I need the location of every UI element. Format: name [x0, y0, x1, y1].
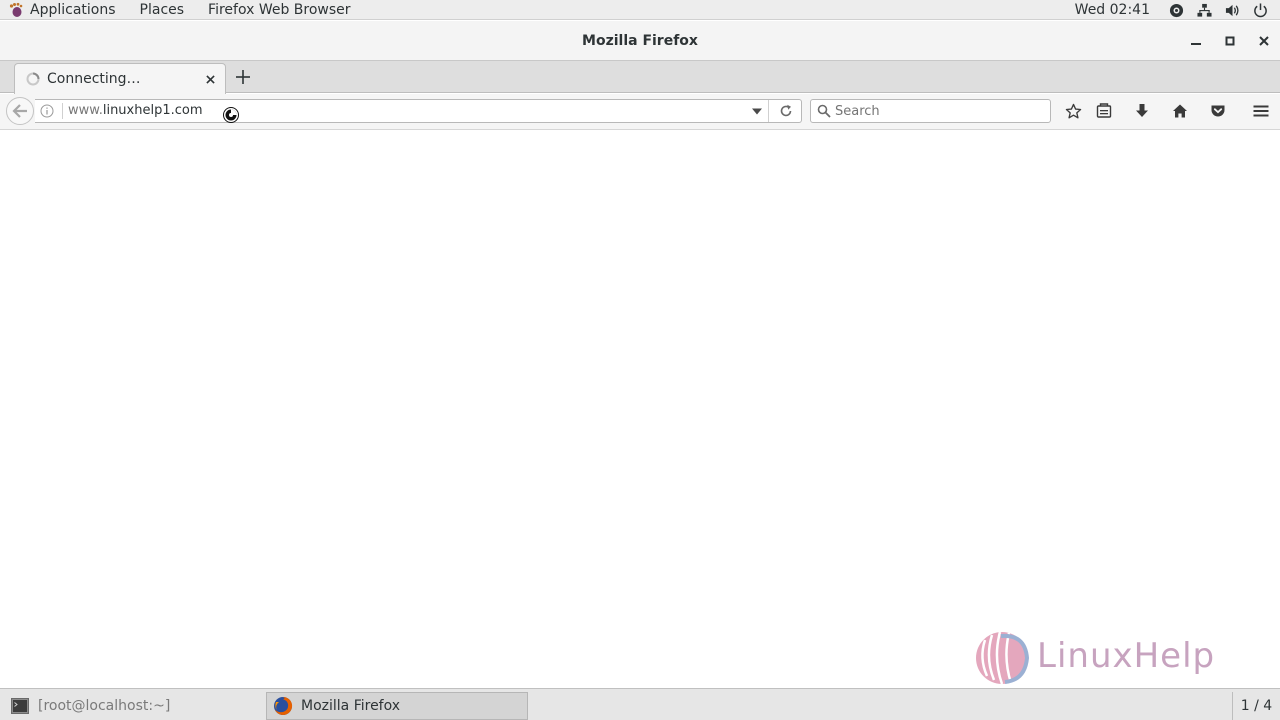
- maximize-icon[interactable]: [1222, 33, 1238, 49]
- new-tab-icon[interactable]: [234, 68, 252, 86]
- tab-connecting[interactable]: Connecting…: [14, 63, 226, 94]
- tab-label: Connecting…: [47, 71, 141, 87]
- taskbar-item-label: [root@localhost:~]: [38, 698, 171, 714]
- window-title: Mozilla Firefox: [582, 33, 698, 49]
- places-menu[interactable]: Places: [128, 0, 197, 20]
- hamburger-menu-icon[interactable]: [1252, 102, 1270, 120]
- window-titlebar[interactable]: Mozilla Firefox: [0, 21, 1280, 61]
- downloads-icon[interactable]: [1133, 102, 1151, 120]
- reading-list-icon[interactable]: [1095, 102, 1113, 120]
- window-list-taskbar: [root@localhost:~] Mozilla Firefox 1 / 4: [0, 688, 1280, 720]
- watermark-text: LinuxHelp: [1037, 636, 1216, 676]
- url-prefix: www.: [68, 103, 103, 118]
- workspace-indicator[interactable]: 1 / 4: [1232, 692, 1280, 720]
- applications-menu[interactable]: Applications: [18, 0, 128, 20]
- site-info-icon[interactable]: [40, 104, 54, 118]
- pocket-icon[interactable]: [1209, 102, 1227, 120]
- linuxhelp-watermark: LinuxHelp: [975, 628, 1227, 686]
- page-content-area[interactable]: [0, 131, 1280, 688]
- home-icon[interactable]: [1171, 102, 1189, 120]
- url-bar[interactable]: www.linuxhelp1.com: [35, 99, 802, 123]
- taskbar-item-terminal[interactable]: [root@localhost:~]: [4, 692, 262, 720]
- search-input[interactable]: [833, 100, 1043, 122]
- taskbar-item-firefox[interactable]: Mozilla Firefox: [266, 692, 528, 720]
- reload-icon[interactable]: [779, 104, 793, 118]
- url-history-dropdown-icon[interactable]: [751, 105, 763, 117]
- volume-icon[interactable]: [1224, 2, 1240, 18]
- divider: [62, 103, 63, 119]
- loading-spinner-icon: [26, 72, 40, 86]
- linuxhelp-logo-icon: [976, 631, 1030, 685]
- app-menu[interactable]: Firefox Web Browser: [196, 0, 363, 20]
- busy-cursor-icon: [223, 107, 239, 123]
- clock[interactable]: Wed 02:41: [1075, 0, 1150, 20]
- network-icon[interactable]: [1196, 2, 1212, 18]
- url-domain: linuxhelp1.com: [102, 103, 203, 118]
- bookmark-star-icon[interactable]: [1064, 102, 1082, 120]
- navigation-toolbar: www.linuxhelp1.com: [0, 94, 1280, 130]
- search-icon: [817, 104, 831, 118]
- firefox-icon: [273, 696, 293, 716]
- back-arrow-icon[interactable]: [6, 97, 34, 125]
- gnome-top-bar: Applications Places Firefox Web Browser …: [0, 0, 1280, 20]
- close-tab-icon[interactable]: [203, 72, 217, 86]
- search-box[interactable]: [810, 99, 1051, 123]
- divider: [768, 100, 769, 122]
- url-text[interactable]: www.linuxhelp1.com: [68, 100, 203, 122]
- accessibility-icon[interactable]: [1168, 2, 1184, 18]
- minimize-icon[interactable]: [1188, 33, 1204, 49]
- power-icon[interactable]: [1252, 2, 1268, 18]
- taskbar-item-label: Mozilla Firefox: [301, 698, 401, 714]
- tab-strip: Connecting…: [0, 61, 1280, 94]
- close-window-icon[interactable]: [1256, 33, 1272, 49]
- terminal-icon: [10, 696, 30, 716]
